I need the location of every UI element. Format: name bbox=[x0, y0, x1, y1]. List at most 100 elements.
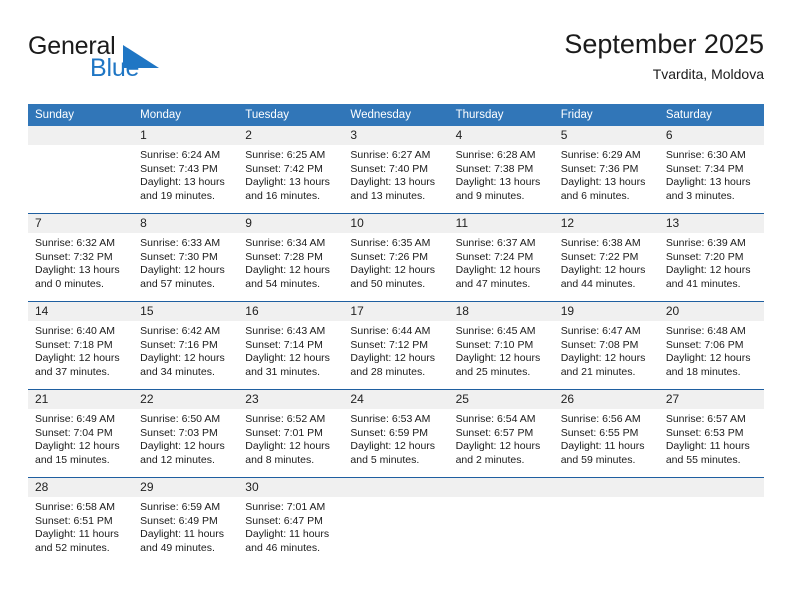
day-details: Sunrise: 6:33 AM Sunset: 7:30 PM Daylight:… bbox=[133, 233, 238, 301]
calendar-day-cell[interactable]: 27 Sunrise: 6:57 AM Sunset: 6:53 PM Dayligh… bbox=[658, 389, 764, 478]
calendar-day-cell[interactable]: 26 Sunrise: 6:56 AM Sunset: 6:55 PM Dayligh… bbox=[553, 389, 659, 478]
calendar-day-cell[interactable]: 12 Sunrise: 6:38 AM Sunset: 7:22 PM Dayligh… bbox=[553, 213, 659, 302]
calendar-day-cell[interactable]: 11 Sunrise: 6:37 AM Sunset: 7:24 PM Dayligh… bbox=[448, 213, 554, 302]
daylight-text-line2: and 31 minutes. bbox=[245, 365, 320, 378]
day-details: Sunrise: 6:38 AM Sunset: 7:22 PM Daylight:… bbox=[554, 233, 659, 301]
day-number: 30 bbox=[238, 478, 344, 497]
title-block: September 2025 Tvardita, Moldova bbox=[564, 28, 764, 84]
calendar-week-row: 14 Sunrise: 6:40 AM Sunset: 7:18 PM Dayligh… bbox=[28, 301, 764, 390]
calendar-day-cell[interactable]: 29 Sunrise: 6:59 AM Sunset: 6:49 PM Dayligh… bbox=[133, 477, 239, 565]
calendar-day-cell[interactable]: 15 Sunrise: 6:42 AM Sunset: 7:16 PM Dayligh… bbox=[133, 301, 239, 390]
day-details bbox=[659, 497, 764, 565]
daylight-text-line1: Daylight: 11 hours bbox=[560, 440, 645, 453]
sunrise-text: Sunrise: 6:27 AM bbox=[350, 149, 431, 161]
sunrise-text: Sunrise: 6:28 AM bbox=[455, 149, 536, 161]
general-blue-logo[interactable]: General Blue bbox=[28, 32, 288, 92]
day-number: 26 bbox=[553, 390, 659, 409]
daylight-text-line1: Daylight: 12 hours bbox=[140, 264, 225, 277]
sunrise-text: Sunrise: 6:38 AM bbox=[560, 237, 641, 249]
sunset-text: Sunset: 7:22 PM bbox=[560, 250, 639, 263]
calendar-day-cell[interactable]: 21 Sunrise: 6:49 AM Sunset: 7:04 PM Dayligh… bbox=[28, 389, 134, 478]
calendar-day-cell-empty bbox=[343, 477, 449, 565]
day-number bbox=[448, 478, 554, 497]
daylight-text-line1: Daylight: 13 hours bbox=[140, 176, 225, 189]
day-details: Sunrise: 6:34 AM Sunset: 7:28 PM Daylight:… bbox=[238, 233, 343, 301]
daylight-text-line2: and 28 minutes. bbox=[350, 365, 426, 378]
calendar-day-cell[interactable]: 17 Sunrise: 6:44 AM Sunset: 7:12 PM Dayligh… bbox=[343, 301, 449, 390]
calendar-page: General Blue September 2025 Tvardita, Mo… bbox=[0, 0, 792, 612]
sunrise-text: Sunrise: 6:50 AM bbox=[140, 413, 221, 425]
calendar-day-cell[interactable]: 19 Sunrise: 6:47 AM Sunset: 7:08 PM Dayligh… bbox=[553, 301, 659, 390]
calendar-day-cell[interactable]: 23 Sunrise: 6:52 AM Sunset: 7:01 PM Dayligh… bbox=[238, 389, 344, 478]
sunrise-text: Sunrise: 6:33 AM bbox=[140, 237, 221, 249]
sunrise-text: Sunrise: 6:25 AM bbox=[245, 149, 326, 161]
calendar-day-cell[interactable]: 25 Sunrise: 6:54 AM Sunset: 6:57 PM Dayligh… bbox=[448, 389, 554, 478]
calendar-day-cell[interactable]: 14 Sunrise: 6:40 AM Sunset: 7:18 PM Dayligh… bbox=[28, 301, 134, 390]
day-number: 5 bbox=[553, 126, 659, 145]
day-details: Sunrise: 6:30 AM Sunset: 7:34 PM Daylight:… bbox=[659, 145, 764, 213]
calendar-day-cell[interactable]: 10 Sunrise: 6:35 AM Sunset: 7:26 PM Dayligh… bbox=[343, 213, 449, 302]
daylight-text-line1: Daylight: 13 hours bbox=[455, 176, 541, 189]
sunset-text: Sunset: 7:40 PM bbox=[350, 162, 429, 175]
day-number bbox=[343, 478, 449, 497]
calendar-day-cell[interactable]: 8 Sunrise: 6:33 AM Sunset: 7:30 PM Daylight… bbox=[133, 213, 239, 302]
day-details: Sunrise: 6:58 AM Sunset: 6:51 PM Daylight:… bbox=[28, 497, 133, 565]
sunrise-text: Sunrise: 6:39 AM bbox=[665, 237, 746, 249]
calendar-day-cell[interactable]: 20 Sunrise: 6:48 AM Sunset: 7:06 PM Dayligh… bbox=[658, 301, 764, 390]
calendar-day-cell[interactable]: 13 Sunrise: 6:39 AM Sunset: 7:20 PM Dayligh… bbox=[658, 213, 764, 302]
sunset-text: Sunset: 7:16 PM bbox=[140, 338, 218, 351]
calendar-day-cell[interactable]: 2 Sunrise: 6:25 AM Sunset: 7:42 PM Daylight… bbox=[238, 126, 344, 214]
calendar-day-cell-empty bbox=[553, 477, 659, 565]
day-details: Sunrise: 6:29 AM Sunset: 7:36 PM Daylight:… bbox=[554, 145, 659, 213]
calendar-day-cell[interactable]: 28 Sunrise: 6:58 AM Sunset: 6:51 PM Dayligh… bbox=[28, 477, 134, 565]
day-number bbox=[658, 478, 764, 497]
day-details: Sunrise: 6:35 AM Sunset: 7:26 PM Daylight:… bbox=[343, 233, 448, 301]
sunset-text: Sunset: 7:43 PM bbox=[140, 162, 218, 175]
daylight-text-line2: and 59 minutes. bbox=[560, 453, 636, 466]
day-details: Sunrise: 6:57 AM Sunset: 6:53 PM Daylight:… bbox=[659, 409, 764, 477]
day-number: 8 bbox=[133, 214, 239, 233]
calendar-day-cell[interactable]: 5 Sunrise: 6:29 AM Sunset: 7:36 PM Daylight… bbox=[553, 126, 659, 214]
calendar-day-cell[interactable]: 24 Sunrise: 6:53 AM Sunset: 6:59 PM Dayligh… bbox=[343, 389, 449, 478]
day-details: Sunrise: 6:45 AM Sunset: 7:10 PM Daylight:… bbox=[449, 321, 554, 389]
daylight-text-line2: and 55 minutes. bbox=[665, 453, 741, 466]
sunset-text: Sunset: 7:18 PM bbox=[35, 338, 113, 351]
day-number: 25 bbox=[448, 390, 554, 409]
calendar-day-cell[interactable]: 3 Sunrise: 6:27 AM Sunset: 7:40 PM Daylight… bbox=[343, 126, 449, 214]
calendar-day-cell[interactable]: 1 Sunrise: 6:24 AM Sunset: 7:43 PM Daylight… bbox=[133, 126, 239, 214]
page-subtitle-location: Tvardita, Moldova bbox=[652, 66, 764, 82]
day-details: Sunrise: 6:43 AM Sunset: 7:14 PM Daylight:… bbox=[238, 321, 343, 389]
calendar-day-cell[interactable]: 22 Sunrise: 6:50 AM Sunset: 7:03 PM Dayligh… bbox=[133, 389, 239, 478]
calendar-day-cell[interactable]: 18 Sunrise: 6:45 AM Sunset: 7:10 PM Dayligh… bbox=[448, 301, 554, 390]
calendar-day-cell[interactable]: 30 Sunrise: 7:01 AM Sunset: 6:47 PM Dayligh… bbox=[238, 477, 344, 565]
calendar-day-cell[interactable]: 9 Sunrise: 6:34 AM Sunset: 7:28 PM Daylight… bbox=[238, 213, 344, 302]
daylight-text-line2: and 12 minutes. bbox=[140, 453, 215, 466]
daylight-text-line1: Daylight: 12 hours bbox=[140, 352, 225, 365]
calendar-body: 1 Sunrise: 6:24 AM Sunset: 7:43 PM Daylight… bbox=[28, 126, 764, 565]
calendar-day-cell[interactable]: 4 Sunrise: 6:28 AM Sunset: 7:38 PM Daylight… bbox=[448, 126, 554, 214]
daylight-text-line1: Daylight: 13 hours bbox=[665, 176, 751, 189]
daylight-text-line2: and 44 minutes. bbox=[560, 277, 636, 290]
calendar-day-cell[interactable]: 6 Sunrise: 6:30 AM Sunset: 7:34 PM Daylight… bbox=[658, 126, 764, 214]
calendar-day-cell[interactable]: 16 Sunrise: 6:43 AM Sunset: 7:14 PM Dayligh… bbox=[238, 301, 344, 390]
daylight-text-line1: Daylight: 12 hours bbox=[350, 352, 436, 365]
day-number: 21 bbox=[28, 390, 134, 409]
weekday-header-monday: Monday bbox=[133, 104, 239, 126]
daylight-text-line1: Daylight: 12 hours bbox=[665, 352, 751, 365]
sunrise-text: Sunrise: 6:37 AM bbox=[455, 237, 536, 249]
day-number bbox=[553, 478, 659, 497]
daylight-text-line1: Daylight: 13 hours bbox=[560, 176, 646, 189]
day-number: 15 bbox=[133, 302, 239, 321]
sunrise-text: Sunrise: 6:57 AM bbox=[665, 413, 746, 425]
sunrise-text: Sunrise: 6:24 AM bbox=[140, 149, 221, 161]
day-details bbox=[554, 497, 659, 565]
daylight-text-line2: and 8 minutes. bbox=[245, 453, 315, 466]
day-number: 19 bbox=[553, 302, 659, 321]
sunrise-text: Sunrise: 6:58 AM bbox=[35, 501, 115, 513]
day-number: 28 bbox=[28, 478, 134, 497]
sunset-text: Sunset: 7:32 PM bbox=[35, 250, 113, 263]
sunset-text: Sunset: 6:57 PM bbox=[455, 426, 534, 439]
sunrise-text: Sunrise: 6:32 AM bbox=[35, 237, 115, 249]
calendar-day-cell[interactable]: 7 Sunrise: 6:32 AM Sunset: 7:32 PM Daylight… bbox=[28, 213, 134, 302]
day-details: Sunrise: 6:37 AM Sunset: 7:24 PM Daylight:… bbox=[449, 233, 554, 301]
